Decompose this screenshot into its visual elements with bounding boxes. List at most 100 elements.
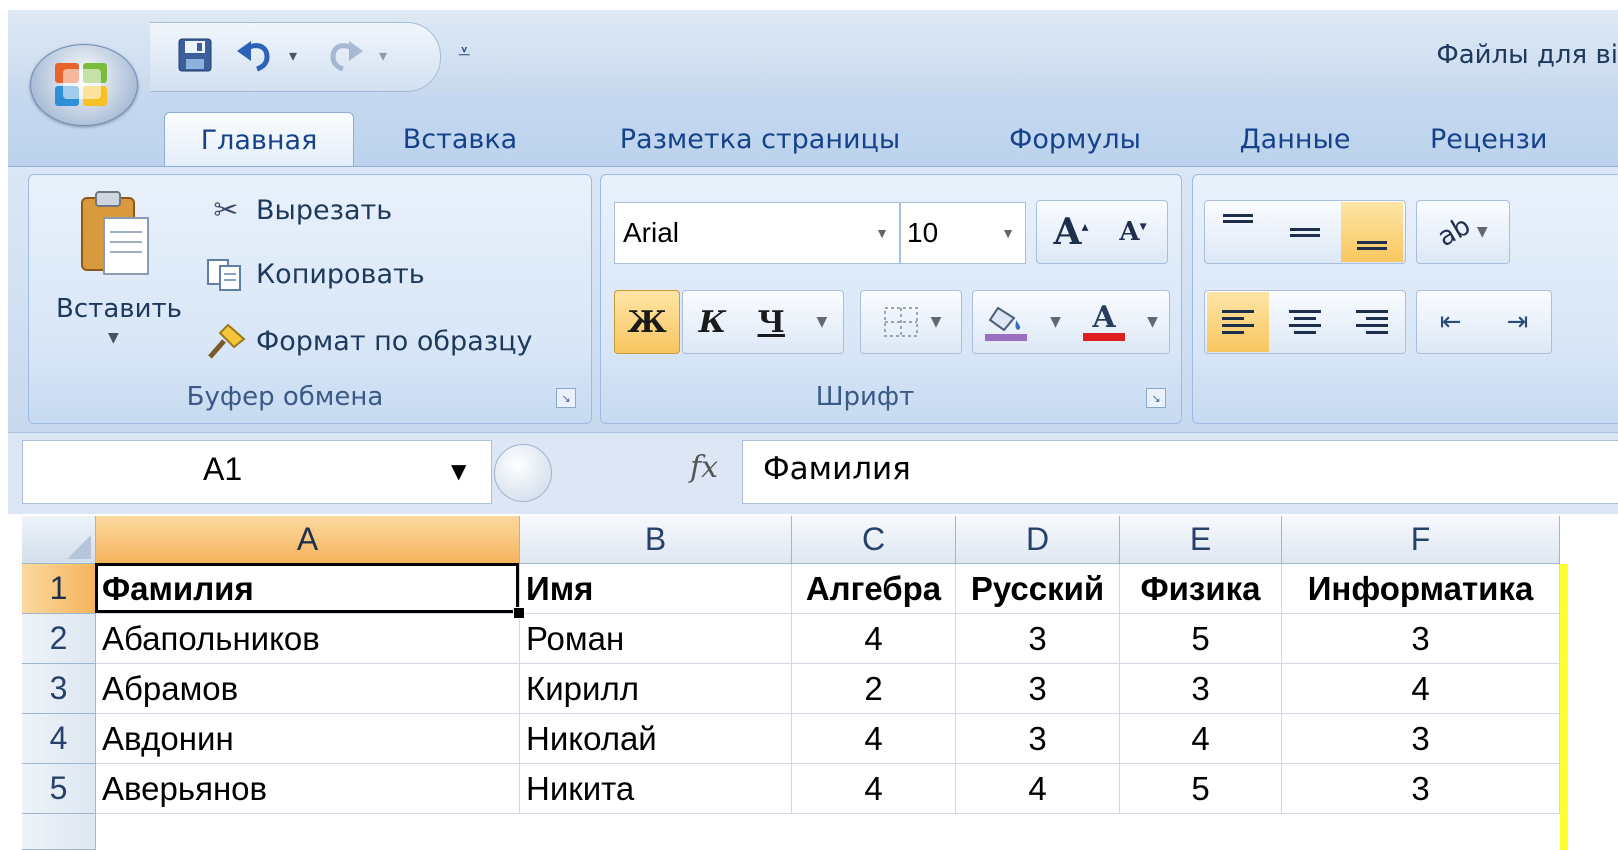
orientation-button[interactable]: ab ▼ <box>1416 200 1510 264</box>
cell-d2[interactable]: 3 <box>956 614 1120 664</box>
tab-review[interactable]: Рецензи <box>1430 112 1618 166</box>
align-left-icon[interactable] <box>1207 292 1270 352</box>
copy-label: Копировать <box>256 258 425 290</box>
cell-f4[interactable]: 3 <box>1282 714 1560 764</box>
cell-a2[interactable]: Абапольников <box>96 614 520 664</box>
cut-button[interactable]: ✂ Вырезать <box>204 188 392 232</box>
bold-button[interactable]: Ж <box>614 290 680 354</box>
name-box-dropdown-icon[interactable]: ▼ <box>451 459 466 483</box>
paste-button[interactable]: Вставить ▼ <box>42 184 196 366</box>
tab-home[interactable]: Главная <box>164 112 354 167</box>
shrink-font-button[interactable]: A▾ <box>1102 217 1164 247</box>
cell-c2[interactable]: 4 <box>792 614 956 664</box>
font-family-select[interactable]: Arial ▼ <box>614 202 900 264</box>
copy-button[interactable]: Копировать <box>204 252 425 296</box>
cell-a3[interactable]: Абрамов <box>96 664 520 714</box>
fill-color-button[interactable] <box>984 304 1028 341</box>
undo-dropdown[interactable]: ▾ <box>282 35 304 75</box>
fill-handle[interactable] <box>513 607 525 619</box>
cell-b5[interactable]: Никита <box>520 764 792 814</box>
cell-c1[interactable]: Алгебра <box>792 564 956 614</box>
column-header-b[interactable]: B <box>520 516 792 564</box>
save-button[interactable] <box>172 35 218 75</box>
font-family-dropdown-icon: ▼ <box>875 225 889 241</box>
row-header-1[interactable]: 1 <box>22 564 96 614</box>
font-color-button[interactable]: A <box>1083 303 1126 341</box>
undo-icon <box>237 41 270 72</box>
column-header-f[interactable]: F <box>1282 516 1560 564</box>
cell-c3[interactable]: 2 <box>792 664 956 714</box>
cell-b2[interactable]: Роман <box>520 614 792 664</box>
align-center-icon[interactable] <box>1274 292 1336 352</box>
column-header-a[interactable]: A <box>96 516 520 564</box>
cell-f3[interactable]: 4 <box>1282 664 1560 714</box>
cell-e3[interactable]: 3 <box>1120 664 1282 714</box>
cell-e1[interactable]: Физика <box>1120 564 1282 614</box>
font-size-select[interactable]: 10 ▼ <box>900 202 1026 264</box>
name-box[interactable]: A1 ▼ <box>22 440 492 504</box>
cell-e4[interactable]: 4 <box>1120 714 1282 764</box>
formula-bar-splitter[interactable] <box>494 444 552 502</box>
cell-f1[interactable]: Информатика <box>1282 564 1560 614</box>
copy-icon <box>207 259 241 291</box>
cell-a4[interactable]: Авдонин <box>96 714 520 764</box>
customize-qat-icon[interactable]: ⩡ <box>458 40 470 65</box>
font-color-dropdown-icon[interactable]: ▼ <box>1147 314 1158 330</box>
borders-button[interactable]: ▼ <box>860 290 962 354</box>
tab-formulas[interactable]: Формулы <box>990 112 1160 166</box>
align-bottom-icon[interactable] <box>1340 202 1403 262</box>
cell-f5[interactable]: 3 <box>1282 764 1560 814</box>
font-launcher-icon[interactable]: ↘ <box>1146 388 1166 408</box>
column-header-c[interactable]: C <box>792 516 956 564</box>
redo-button[interactable] <box>320 35 370 75</box>
select-all-button[interactable] <box>22 516 96 564</box>
row-header-2[interactable]: 2 <box>22 614 96 664</box>
row-header-5[interactable]: 5 <box>22 764 96 814</box>
tab-insert[interactable]: Вставка <box>380 112 540 166</box>
cell-b3[interactable]: Кирилл <box>520 664 792 714</box>
column-header-d[interactable]: D <box>956 516 1120 564</box>
grow-font-button[interactable]: A▴ <box>1040 211 1102 253</box>
row-header-3[interactable]: 3 <box>22 664 96 714</box>
format-painter-button[interactable]: Формат по образцу <box>204 318 532 364</box>
orientation-dropdown-icon: ▼ <box>1476 224 1488 240</box>
clipboard-launcher-icon[interactable]: ↘ <box>556 388 576 408</box>
cell-e5[interactable]: 5 <box>1120 764 1282 814</box>
italic-button[interactable]: К <box>699 305 726 340</box>
cell-c4[interactable]: 4 <box>792 714 956 764</box>
underline-button[interactable]: Ч <box>758 305 785 340</box>
cell-b1[interactable]: Имя <box>520 564 792 614</box>
cell-b4[interactable]: Николай <box>520 714 792 764</box>
cut-label: Вырезать <box>256 194 393 226</box>
redo-dropdown[interactable]: ▾ <box>372 35 394 75</box>
indent-buttons: ⇤ ⇥ <box>1416 290 1552 354</box>
quick-access-toolbar: ▾ ▾ <box>150 22 441 92</box>
underline-dropdown-icon[interactable]: ▼ <box>816 314 827 330</box>
undo-button[interactable] <box>230 35 280 75</box>
fx-icon[interactable]: fx <box>690 450 718 485</box>
cell-a1[interactable]: Фамилия <box>96 564 520 614</box>
cell-d3[interactable]: 3 <box>956 664 1120 714</box>
fill-color-dropdown-icon[interactable]: ▼ <box>1050 314 1061 330</box>
decrease-indent-icon[interactable]: ⇤ <box>1440 307 1462 337</box>
row-header-4[interactable]: 4 <box>22 714 96 764</box>
column-header-e[interactable]: E <box>1120 516 1282 564</box>
cell-e2[interactable]: 5 <box>1120 614 1282 664</box>
align-right-icon[interactable] <box>1341 292 1403 352</box>
tab-data[interactable]: Данные <box>1220 112 1370 166</box>
cell-a5[interactable]: Аверьянов <box>96 764 520 814</box>
cell-c5[interactable]: 4 <box>792 764 956 814</box>
cell-d1[interactable]: Русский <box>956 564 1120 614</box>
align-top-icon[interactable] <box>1207 202 1269 262</box>
cell-d4[interactable]: 3 <box>956 714 1120 764</box>
row-header-6[interactable] <box>22 814 96 850</box>
tab-page-layout[interactable]: Разметка страницы <box>600 112 920 166</box>
increase-indent-icon[interactable]: ⇥ <box>1507 307 1529 337</box>
cell-d5[interactable]: 4 <box>956 764 1120 814</box>
color-buttons: ▼ A ▼ <box>972 290 1170 354</box>
cell-f2[interactable]: 3 <box>1282 614 1560 664</box>
office-button[interactable] <box>30 44 138 126</box>
align-middle-icon[interactable] <box>1274 202 1336 262</box>
redo-icon <box>330 41 363 72</box>
formula-input[interactable]: Фамилия <box>742 440 1618 504</box>
